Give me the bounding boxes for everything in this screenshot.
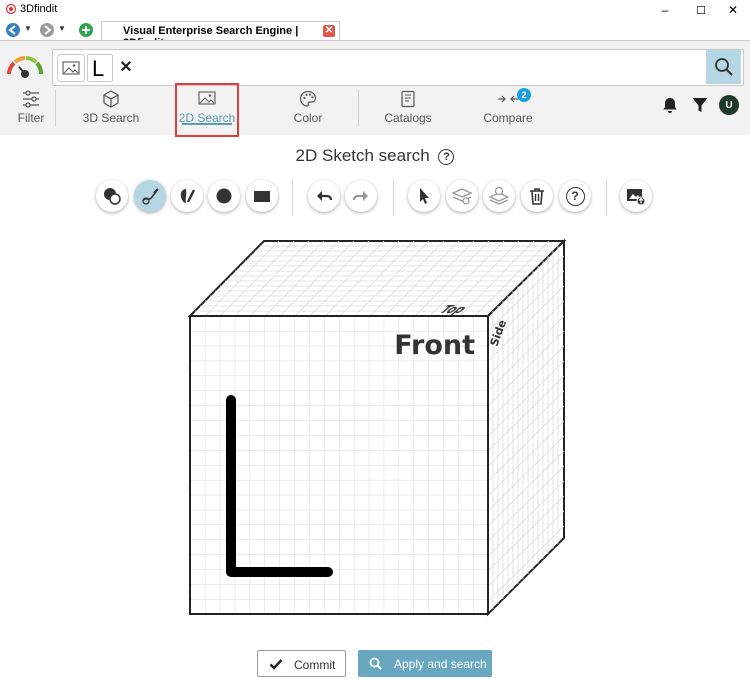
close-window-button[interactable]: ✕ (716, 0, 750, 20)
trash-icon (530, 188, 544, 205)
minimize-button[interactable]: – (648, 0, 682, 20)
sketch-thumbnail-chip[interactable] (57, 54, 85, 82)
pointer-tool-button[interactable] (408, 180, 440, 212)
layer-tool-button[interactable] (446, 180, 478, 212)
minimize-icon: – (661, 3, 669, 17)
divider (606, 180, 607, 216)
eraser-brush-tool-button[interactable] (171, 180, 203, 212)
forward-history-dropdown-icon[interactable]: ▼ (58, 24, 66, 33)
layer-add-icon (488, 186, 510, 205)
undo-icon (317, 191, 333, 201)
search-bar[interactable] (52, 49, 744, 86)
redo-icon (352, 191, 368, 201)
home-button[interactable] (79, 23, 93, 37)
layer-add-button[interactable] (483, 180, 515, 212)
search-icon (369, 657, 382, 670)
help-icon: ? (565, 186, 585, 206)
upload-image-button[interactable] (620, 180, 652, 212)
help-button-glyph: ? (571, 188, 579, 203)
apply-and-search-label: Apply and search (394, 657, 487, 671)
forward-button[interactable] (40, 23, 54, 37)
filter-label: Filter (17, 111, 45, 125)
search-button[interactable] (706, 50, 741, 84)
freehand-icon (142, 188, 159, 205)
tab-color[interactable]: Color (283, 88, 333, 128)
sketch-preview-chip[interactable]: L (87, 54, 113, 82)
avatar[interactable]: U (719, 95, 739, 115)
fill-tool-button[interactable] (96, 180, 128, 212)
highlight-box (175, 83, 239, 137)
palette-icon (299, 90, 317, 107)
catalog-icon (401, 90, 415, 108)
checkmark-icon (269, 659, 283, 670)
pointer-icon (420, 188, 429, 204)
tab-compare-label: Compare (483, 111, 533, 125)
sketch-preview-letter: L (92, 56, 105, 81)
maximize-button[interactable]: ☐ (684, 0, 718, 20)
apply-and-search-button[interactable]: Apply and search (358, 650, 492, 677)
3dfindit-logo-icon (7, 56, 43, 78)
tab-3d-search[interactable]: 3D Search (80, 88, 142, 128)
sketch-canvas[interactable]: Front Top Side (186, 238, 568, 618)
back-button[interactable] (6, 23, 20, 37)
image-upload-icon (627, 189, 646, 206)
freehand-tool-button[interactable] (134, 180, 166, 212)
help-button[interactable]: ? (559, 180, 591, 212)
cube-icon (103, 90, 119, 108)
filter-sliders-icon (23, 90, 39, 108)
close-icon: ✕ (727, 3, 739, 17)
page-title-text: 2D Sketch search (295, 146, 430, 165)
browser-tab[interactable]: Visual Enterprise Search Engine | 3Dfind… (101, 21, 340, 49)
help-icon[interactable]: ? (438, 149, 455, 165)
close-icon: ✕ (119, 59, 133, 76)
window-title: 3Dfindit (20, 3, 58, 15)
maximize-icon: ☐ (696, 4, 706, 17)
divider (292, 180, 293, 216)
add-icon (82, 26, 90, 34)
commit-button[interactable]: Commit (257, 650, 346, 677)
divider (55, 90, 56, 126)
undo-button[interactable] (308, 180, 340, 212)
divider (358, 90, 359, 126)
eraser-brush-icon (180, 189, 196, 203)
avatar-initial: U (725, 99, 733, 111)
tab-color-label: Color (293, 111, 323, 125)
help-icon-glyph: ? (443, 151, 450, 163)
front-face-label: Front (394, 330, 475, 361)
rectangle-icon (254, 191, 270, 202)
arrow-left-icon (8, 25, 16, 35)
page-title: 2D Sketch search ? (0, 146, 750, 166)
tab-catalogs-label: Catalogs (384, 111, 432, 125)
divider (393, 180, 394, 216)
compare-count-badge: 2 (517, 88, 531, 102)
search-icon (714, 58, 733, 76)
rectangle-tool-button[interactable] (246, 180, 278, 212)
remove-sketch-button[interactable]: ✕ (118, 56, 134, 78)
tab-3d-search-label: 3D Search (82, 111, 140, 125)
bell-icon[interactable] (661, 96, 679, 114)
arrow-right-icon (44, 25, 52, 35)
back-history-dropdown-icon[interactable]: ▼ (24, 24, 32, 33)
layer-icon (451, 188, 473, 205)
fill-icon (104, 188, 121, 205)
funnel-icon[interactable] (691, 96, 709, 114)
circle-icon (216, 188, 232, 204)
redo-button[interactable] (345, 180, 377, 212)
image-icon (62, 61, 80, 75)
app-logo-icon (6, 4, 16, 14)
compare-icon (498, 95, 518, 103)
tab-catalogs[interactable]: Catalogs (380, 88, 436, 128)
delete-button[interactable] (521, 180, 553, 212)
circle-tool-button[interactable] (208, 180, 240, 212)
tab-close-icon[interactable]: ✕ (323, 25, 335, 37)
filter-button[interactable]: Filter (8, 88, 54, 128)
window-title-bar: 3Dfindit – ☐ ✕ (0, 0, 750, 20)
commit-label: Commit (294, 658, 336, 672)
